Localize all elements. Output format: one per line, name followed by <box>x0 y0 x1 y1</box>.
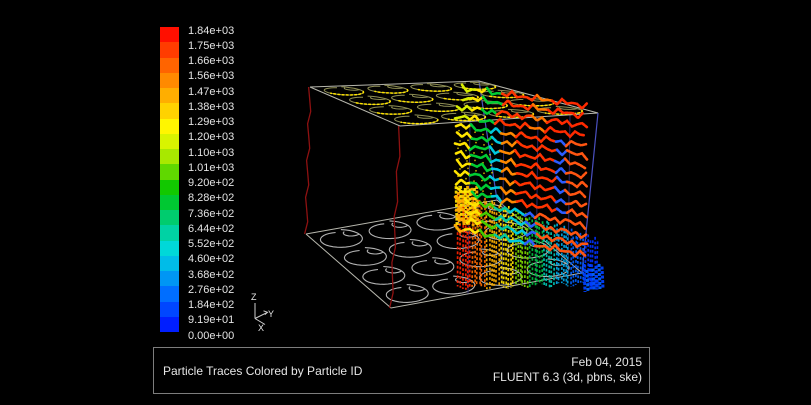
legend-color-band <box>160 225 179 240</box>
viewport-3d[interactable]: Z Y X <box>0 0 811 405</box>
caption-date: Feb 04, 2015 <box>493 355 642 370</box>
legend-tick-label: 1.10e+03 <box>188 147 268 160</box>
legend-color-band <box>160 195 179 210</box>
legend-color-band <box>160 180 179 195</box>
legend-color-band <box>160 241 179 256</box>
legend-color-band <box>160 119 179 134</box>
legend-color-band <box>160 149 179 164</box>
colormap-bar <box>160 27 179 332</box>
legend-tick-label: 2.76e+02 <box>188 284 268 297</box>
legend-color-band <box>160 317 179 332</box>
legend-tick-label: 1.01e+03 <box>188 162 268 175</box>
legend-tick-label: 1.20e+03 <box>188 131 268 144</box>
y-axis-label: Y <box>268 309 274 319</box>
legend-color-band <box>160 256 179 271</box>
legend-color-band <box>160 302 179 317</box>
legend-color-band <box>160 210 179 225</box>
legend-tick-label: 9.19e+01 <box>188 314 268 327</box>
legend-tick-label: 0.00e+00 <box>188 330 268 343</box>
legend-tick-label: 1.56e+03 <box>188 70 268 83</box>
legend-tick-label: 1.47e+03 <box>188 86 268 99</box>
legend-tick-label: 4.60e+02 <box>188 253 268 266</box>
legend-tick-label: 6.44e+02 <box>188 223 268 236</box>
legend-tick-label: 9.20e+02 <box>188 177 268 190</box>
legend-color-band <box>160 42 179 57</box>
legend-tick-label: 1.75e+03 <box>188 40 268 53</box>
legend-tick-label: 8.28e+02 <box>188 192 268 205</box>
legend-tick-label: 1.84e+03 <box>188 25 268 38</box>
legend-tick-label: 1.66e+03 <box>188 55 268 68</box>
caption-bar: Particle Traces Colored by Particle ID F… <box>153 347 650 394</box>
caption-app-version: FLUENT 6.3 (3d, pbns, ske) <box>493 370 642 385</box>
legend-tick-label: 7.36e+02 <box>188 208 268 221</box>
legend-color-band <box>160 286 179 301</box>
legend-tick-label: 1.84e+02 <box>188 299 268 312</box>
legend-tick-label: 1.38e+03 <box>188 101 268 114</box>
legend-tick-label: 1.29e+03 <box>188 116 268 129</box>
legend-color-band <box>160 27 179 42</box>
legend-color-band <box>160 73 179 88</box>
fluent-graphics-window: Z Y X 1.84e+031.75e+031.66e+031.56e+031.… <box>0 0 811 405</box>
legend-color-band <box>160 134 179 149</box>
caption-title: Particle Traces Colored by Particle ID <box>163 364 362 378</box>
legend-color-band <box>160 271 179 286</box>
legend-tick-label: 3.68e+02 <box>188 269 268 282</box>
legend-color-band <box>160 58 179 73</box>
colormap-legend: 1.84e+031.75e+031.66e+031.56e+031.47e+03… <box>160 27 179 332</box>
legend-color-band <box>160 103 179 118</box>
legend-color-band <box>160 164 179 179</box>
legend-tick-label: 5.52e+02 <box>188 238 268 251</box>
legend-color-band <box>160 88 179 103</box>
